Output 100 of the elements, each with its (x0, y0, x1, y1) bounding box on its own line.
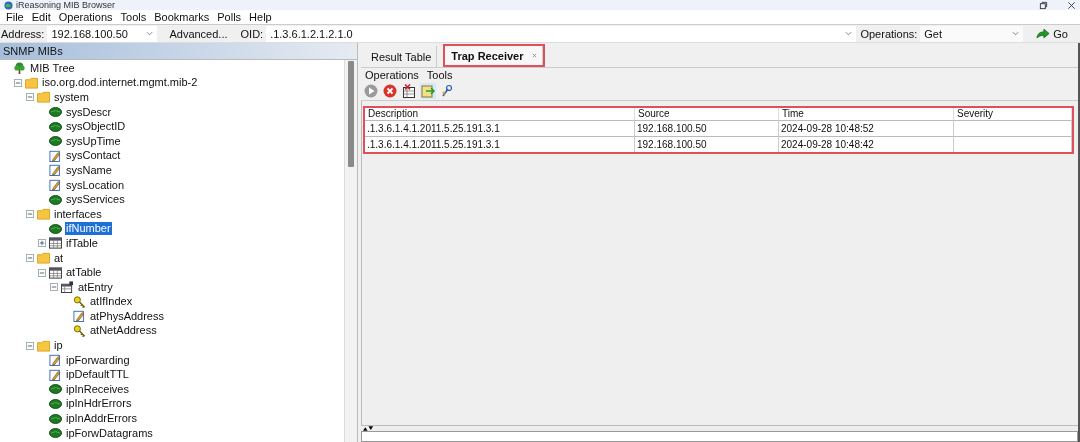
tree-item[interactable]: ipInReceives (65, 382, 130, 396)
tree-item[interactable]: ipForwDatagrams (65, 426, 154, 440)
dropdown-icon[interactable] (1012, 31, 1020, 36)
collapse-icon[interactable] (26, 341, 34, 350)
tree-item[interactable]: sysLocation (65, 178, 126, 192)
folder-icon (37, 339, 50, 352)
clear-table-button[interactable] (401, 83, 417, 99)
start-button[interactable] (363, 83, 379, 99)
column-header[interactable]: Severity (954, 108, 1072, 120)
menu-item[interactable]: Operations (54, 10, 117, 24)
tree-icon (13, 62, 26, 75)
arrow-icon (1036, 28, 1051, 39)
pencil-icon (73, 310, 86, 323)
dropdown-icon[interactable] (845, 31, 853, 36)
key-icon (73, 295, 86, 308)
expand-icon[interactable] (38, 239, 46, 248)
tree-item[interactable]: sysName (65, 163, 113, 177)
oid-combo[interactable]: .1.3.6.1.2.1.2.1.0 (266, 25, 857, 42)
folder-icon (37, 208, 50, 221)
folder-icon (25, 76, 38, 89)
tree-item[interactable]: atEntry (77, 280, 114, 294)
restore-icon[interactable] (1039, 0, 1048, 10)
tree-item[interactable]: MIB Tree (29, 61, 76, 75)
table-cell: 192.168.100.50 (635, 120, 779, 136)
dropdown-icon[interactable] (146, 31, 154, 36)
table-icon (49, 266, 62, 279)
menu-item[interactable]: Polls (213, 10, 246, 24)
table-cell: 2024-09-28 10:48:42 (779, 136, 954, 152)
table-cell: 2024-09-28 10:48:52 (779, 120, 954, 136)
pencil-icon (49, 179, 62, 192)
stop-button[interactable] (382, 83, 398, 99)
address-combo[interactable]: 192.168.100.50 (47, 25, 158, 42)
collapse-icon[interactable] (26, 210, 34, 219)
collapse-icon[interactable] (14, 78, 22, 87)
splitter-arrows-icon[interactable] (363, 426, 374, 431)
oid-label: OID: (239, 27, 264, 40)
tree-item[interactable]: ip (53, 339, 64, 353)
menu-item[interactable]: Edit (27, 10, 55, 24)
tree-item[interactable]: ipInAddrErrors (65, 412, 138, 426)
table-icon (49, 237, 62, 250)
leaf-icon (49, 135, 62, 148)
collapse-icon[interactable] (38, 268, 46, 277)
address-label: Address: (0, 27, 45, 40)
tree-item[interactable]: sysUpTime (65, 134, 122, 148)
menu-item[interactable]: File (2, 10, 28, 24)
column-header[interactable]: Time (779, 108, 954, 120)
menu-item[interactable]: Bookmarks (150, 10, 214, 24)
settings-button[interactable] (439, 83, 455, 99)
leaf-icon (49, 120, 62, 133)
pencil-icon (49, 149, 62, 162)
operations-label: Operations: (859, 27, 918, 40)
tree-item[interactable]: iso.org.dod.internet.mgmt.mib-2 (41, 76, 199, 90)
leaf-icon (49, 412, 62, 425)
close-icon[interactable] (1067, 0, 1076, 10)
collapse-icon[interactable] (26, 254, 34, 262)
menu-item[interactable]: Tools (422, 68, 457, 82)
tree-item[interactable]: interfaces (53, 207, 103, 221)
close-tab-icon[interactable] (531, 53, 537, 58)
leaf-icon (49, 193, 62, 206)
tree-item[interactable]: atNetAddress (89, 324, 158, 338)
collapse-icon[interactable] (26, 93, 34, 102)
leaf-icon (49, 427, 62, 440)
key-icon (73, 325, 86, 337)
pencil-icon (49, 354, 62, 367)
table-cell: .1.3.6.1.4.1.2011.5.25.191.3.1 (365, 136, 635, 152)
folder-icon (37, 91, 50, 104)
operations-combo[interactable]: Get (920, 25, 1024, 42)
menu-item[interactable]: Help (245, 10, 276, 24)
tree-item[interactable]: sysContact (65, 149, 122, 163)
tree-item[interactable]: atPhysAddress (89, 309, 165, 323)
tree-item[interactable]: ifNumber (65, 222, 112, 236)
folder-icon (37, 252, 50, 264)
tree-item[interactable]: atIfIndex (89, 295, 134, 309)
scrollbar[interactable] (344, 60, 357, 442)
tree-item[interactable]: ipInHdrErrors (65, 397, 133, 411)
tree-item[interactable]: ifTable (65, 236, 99, 250)
tree-item[interactable]: sysDescr (65, 105, 113, 119)
app-icon (4, 0, 13, 10)
tab[interactable]: Trap Receiver (443, 44, 545, 67)
tree-item[interactable]: system (53, 91, 90, 104)
tree-item[interactable]: atTable (65, 266, 103, 280)
tree-item[interactable]: at (53, 251, 65, 265)
tree-item[interactable]: ipDefaultTTL (65, 368, 130, 382)
menu-item[interactable]: Operations (361, 68, 423, 82)
panel-header: SNMP MIBs (0, 43, 357, 60)
tree-item[interactable]: sysServices (65, 193, 126, 207)
collapse-icon[interactable] (50, 283, 58, 292)
leaf-icon (49, 383, 62, 396)
tab[interactable]: Result Table (363, 44, 440, 67)
window-title: iReasoning MIB Browser (16, 0, 116, 10)
entry-icon (61, 281, 74, 294)
tree-item[interactable]: ipForwarding (65, 353, 131, 367)
column-header[interactable]: Description (365, 108, 635, 120)
table-cell: 192.168.100.50 (635, 136, 779, 152)
column-header[interactable]: Source (635, 108, 779, 120)
menu-item[interactable]: Tools (116, 10, 151, 24)
pencil-icon (49, 368, 62, 381)
pencil-icon (49, 164, 62, 177)
tree-item[interactable]: sysObjectID (65, 120, 127, 134)
leaf-icon (49, 397, 62, 410)
